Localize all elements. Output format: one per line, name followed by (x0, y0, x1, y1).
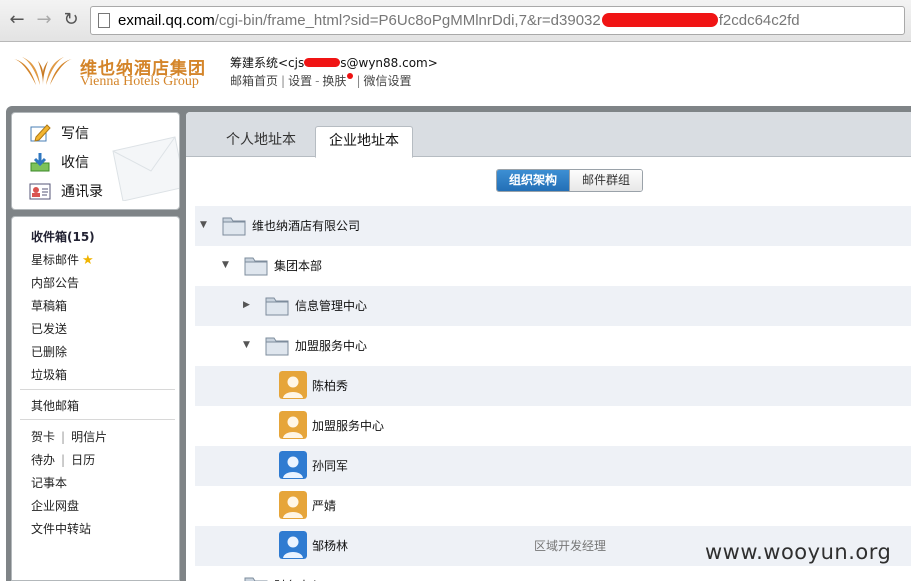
contact-row[interactable]: 加盟服务中心 (195, 406, 911, 446)
browser-toolbar: ← → ↻ exmail.qq.com/cgi-bin/frame_html?s… (0, 0, 911, 42)
folder-icon (265, 294, 289, 316)
receive-button[interactable]: 收信 (29, 149, 89, 175)
contacts-label: 通讯录 (61, 184, 103, 200)
cards-row: 贺卡 | 明信片 (31, 430, 108, 444)
contacts-icon (29, 183, 51, 200)
female-user-icon (279, 411, 307, 439)
folder-icon (265, 334, 289, 356)
link-todo[interactable]: 待办 (31, 453, 55, 467)
url-text: exmail.qq.com/cgi-bin/frame_html?sid=P6U… (118, 12, 800, 29)
folder-drafts[interactable]: 草稿箱 (31, 297, 67, 314)
link-mail-home[interactable]: 邮箱首页 (230, 74, 278, 88)
vienna-logo-icon (14, 57, 72, 85)
divider (20, 389, 175, 390)
folder-deleted[interactable]: 已删除 (31, 343, 67, 360)
account-label: 筹建系统<cjs s@wyn88.com> (230, 56, 438, 70)
compose-button[interactable]: 写信 (29, 120, 89, 146)
folder-icon (244, 254, 268, 276)
address-bar[interactable]: exmail.qq.com/cgi-bin/frame_html?sid=P6U… (90, 6, 905, 35)
tab-enterprise[interactable]: 企业地址本 (315, 126, 413, 158)
folder-name: 加盟服务中心 (295, 339, 368, 353)
contacts-button[interactable]: 通讯录 (29, 178, 103, 204)
receive-icon (30, 153, 50, 172)
folder-name: 维也纳酒店有限公司 (252, 219, 361, 233)
mail-header: 维也纳酒店集团 Vienna Hotels Group 筹建系统<cjs s@wy… (0, 43, 911, 105)
contact-name: 邹杨林 (312, 539, 349, 553)
star-icon: ★ (82, 253, 94, 268)
folder-inbox[interactable]: 收件箱(15) (31, 228, 95, 245)
contact-name: 陈柏秀 (312, 379, 349, 393)
collapse-triangle-icon[interactable]: ▼ (222, 260, 232, 270)
org-chart-button[interactable]: 组织架构 (497, 170, 570, 191)
tree-folder-row[interactable]: ▶财务中心 (195, 566, 911, 581)
link-postcards[interactable]: 明信片 (71, 430, 107, 444)
quick-actions: 写信 收信 通讯录 (11, 112, 180, 210)
folder-icon (222, 214, 246, 236)
contact-row[interactable]: 陈柏秀 (195, 366, 911, 406)
folder-spam[interactable]: 垃圾箱 (31, 366, 67, 383)
folder-name: 信息管理中心 (295, 299, 368, 313)
male-user-icon (279, 451, 307, 479)
receive-label: 收信 (61, 155, 89, 171)
folder-starred[interactable]: 星标邮件 ★ (31, 251, 94, 268)
folder-name: 集团本部 (274, 259, 323, 273)
contact-name: 加盟服务中心 (312, 419, 385, 433)
notification-dot-icon (347, 73, 354, 79)
back-arrow-icon[interactable]: ← (6, 9, 28, 31)
redaction-mark (304, 58, 341, 67)
logo-text-en: Vienna Hotels Group (80, 74, 199, 89)
link-notes[interactable]: 记事本 (31, 474, 67, 491)
compose-icon (30, 124, 51, 142)
view-toggle: 组织架构 邮件群组 (496, 169, 644, 192)
tab-bar: 个人地址本 企业地址本 (186, 112, 911, 158)
contact-row[interactable]: 严婧 (195, 486, 911, 526)
redaction-mark (601, 13, 718, 27)
address-book: 个人地址本 企业地址本 组织架构 邮件群组 ▼ 维也纳酒店有限公司 ▼ 集团本部 ▶ 信息… (186, 112, 911, 581)
contact-row[interactable]: 孙同军 (195, 446, 911, 486)
link-calendar[interactable]: 日历 (71, 453, 95, 467)
link-cards[interactable]: 贺卡 (31, 430, 55, 444)
contact-name: 严婧 (312, 499, 337, 513)
compose-label: 写信 (61, 126, 89, 142)
link-settings[interactable]: 设置 (288, 74, 312, 88)
folder-icon (244, 574, 268, 581)
link-wechat-settings[interactable]: 微信设置 (363, 74, 411, 88)
page-icon (98, 13, 110, 28)
collapse-triangle-icon[interactable]: ▼ (243, 340, 253, 350)
envelope-decoration-icon (112, 136, 179, 201)
forward-arrow-icon[interactable]: → (33, 9, 55, 31)
tab-personal[interactable]: 个人地址本 (213, 126, 309, 157)
watermark: www.wooyun.org (705, 540, 892, 564)
folder-sent[interactable]: 已发送 (31, 320, 67, 337)
folder-panel: 收件箱(15) 星标邮件 ★ 内部公告 草稿箱 已发送 已删除 垃圾箱 其他邮箱 … (11, 216, 180, 581)
folder-other[interactable]: 其他邮箱 (31, 397, 79, 414)
male-user-icon (279, 531, 307, 559)
tree-folder-row[interactable]: ▶ 信息管理中心 (195, 286, 911, 326)
todo-row: 待办 | 日历 (31, 453, 96, 467)
link-skin[interactable]: 换肤 (322, 74, 346, 88)
female-user-icon (279, 491, 307, 519)
contact-title: 区域开发经理 (534, 539, 607, 553)
female-user-icon (279, 371, 307, 399)
collapse-triangle-icon[interactable]: ▼ (200, 220, 210, 230)
account-links: 邮箱首页 | 设置 - 换肤 | 微信设置 (230, 73, 412, 88)
folder-name: 财务中心 (274, 577, 322, 581)
tree-folder-row[interactable]: ▼ 加盟服务中心 (195, 326, 911, 366)
contact-name: 孙同军 (312, 459, 349, 473)
divider (20, 419, 175, 420)
link-transfer[interactable]: 文件中转站 (31, 520, 91, 537)
folder-bulletin[interactable]: 内部公告 (31, 274, 79, 291)
link-disk[interactable]: 企业网盘 (31, 497, 79, 514)
expand-triangle-icon[interactable]: ▶ (243, 300, 253, 310)
tree-folder-row[interactable]: ▼ 集团本部 (195, 246, 911, 286)
reload-icon[interactable]: ↻ (60, 9, 82, 31)
tree-folder-row[interactable]: ▼ 维也纳酒店有限公司 (195, 206, 911, 246)
mail-groups-button[interactable]: 邮件群组 (569, 170, 643, 191)
